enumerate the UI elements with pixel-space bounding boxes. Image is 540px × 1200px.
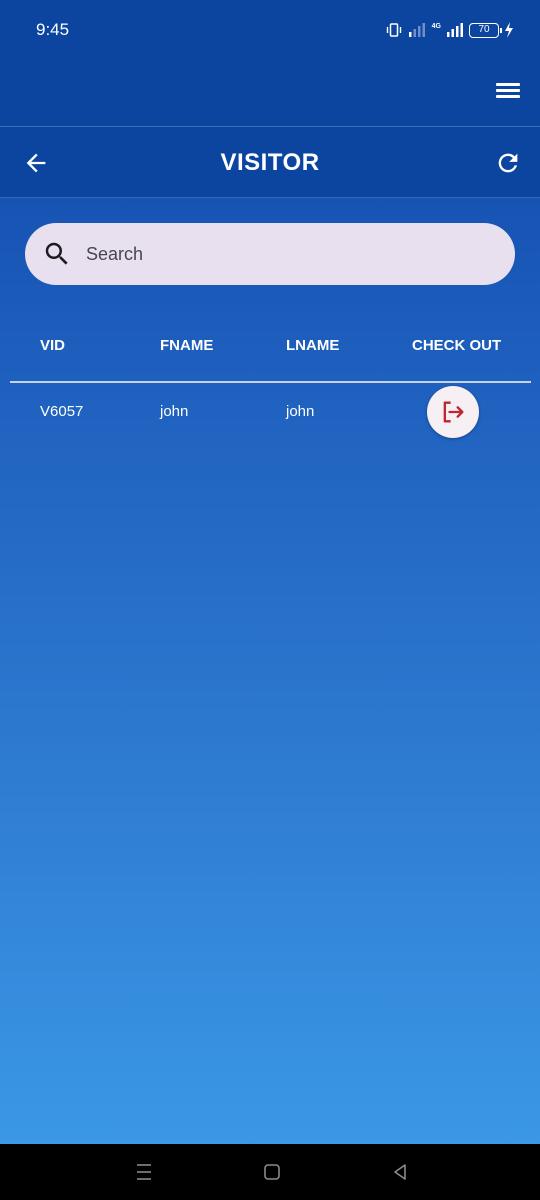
recent-apps-icon[interactable]	[132, 1160, 156, 1184]
charging-icon	[505, 22, 513, 38]
column-header-vid: VID	[40, 337, 66, 354]
status-icons: 4G 70	[386, 21, 514, 39]
logout-icon	[443, 401, 464, 423]
title-bar: VISITOR	[0, 127, 540, 197]
cell-vid: V6057	[40, 403, 84, 420]
column-header-checkout: CHECK OUT	[412, 337, 502, 354]
status-bar: 9:45 4G 70	[0, 0, 540, 60]
battery-icon: 70	[469, 22, 502, 38]
refresh-icon[interactable]	[494, 149, 522, 177]
home-icon[interactable]	[260, 1160, 284, 1184]
signal-weak-icon	[408, 23, 425, 37]
checkout-button[interactable]	[427, 386, 479, 438]
cell-lname: john	[286, 403, 315, 420]
table-header-divider	[10, 381, 531, 383]
hamburger-menu-icon[interactable]	[496, 80, 522, 106]
column-header-fname: FNAME	[160, 337, 214, 354]
search-icon	[45, 242, 68, 265]
search-input[interactable]	[86, 243, 466, 265]
vibrate-icon	[386, 23, 401, 37]
back-triangle-icon[interactable]	[388, 1160, 412, 1184]
page-title: VISITOR	[220, 149, 320, 176]
app-bar	[0, 60, 540, 126]
status-time: 9:45	[36, 20, 70, 39]
title-divider	[0, 197, 540, 198]
signal-full-icon	[447, 23, 463, 37]
network-type: 4G	[431, 22, 441, 30]
system-nav-bar	[0, 1144, 540, 1200]
column-header-lname: LNAME	[286, 337, 340, 354]
search-bar[interactable]	[25, 223, 515, 285]
cell-fname: john	[160, 403, 189, 420]
